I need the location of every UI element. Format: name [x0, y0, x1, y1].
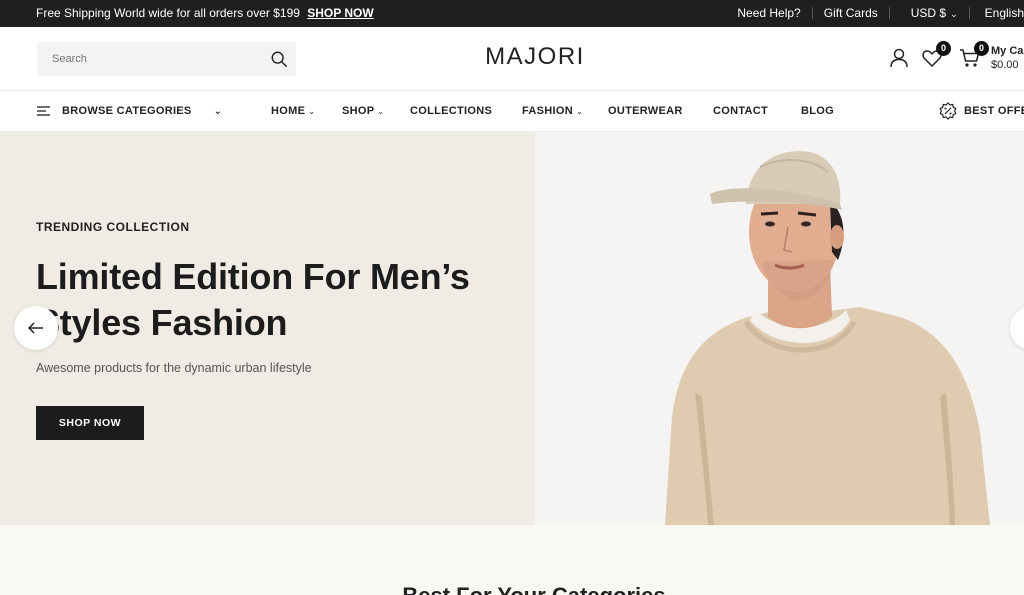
hero-slider: TRENDING COLLECTION Limited Edition For …	[0, 132, 1024, 525]
nav-label: SHOP	[342, 105, 375, 117]
best-offer-label: BEST OFFER	[964, 105, 1024, 117]
nav-item-fashion[interactable]: FASHION ⌄	[522, 105, 583, 117]
promo-text: Free Shipping World wide for all orders …	[36, 6, 300, 20]
hero-shop-now-button[interactable]: SHOP NOW	[36, 406, 144, 440]
nav-item-blog[interactable]: BLOG	[801, 105, 834, 117]
need-help-link[interactable]: Need Help?	[737, 6, 800, 20]
hero-title: Limited Edition For Men’s Styles Fashion	[36, 256, 470, 343]
nav-label: COLLECTIONS	[410, 105, 493, 117]
chevron-down-icon: ⌄	[576, 107, 584, 116]
cart-button[interactable]: 0	[959, 41, 989, 69]
best-offer-link[interactable]: BEST OFFER	[939, 102, 1024, 120]
cart-summary[interactable]: My Cart $0.00	[991, 44, 1024, 72]
nav-item-collections[interactable]: COLLECTIONS	[410, 105, 492, 117]
hero-subtitle: Awesome products for the dynamic urban l…	[36, 361, 312, 375]
divider	[888, 7, 890, 19]
currency-selector[interactable]: USD $ ⌄	[911, 6, 958, 20]
slider-prev-button[interactable]	[14, 306, 58, 350]
account-icon[interactable]	[888, 47, 910, 69]
discount-badge-icon	[939, 102, 957, 120]
wishlist-button[interactable]: 0	[921, 41, 951, 69]
chevron-down-icon: ⌄	[308, 107, 316, 116]
cart-label: My Cart	[991, 45, 1024, 57]
language-selector[interactable]: English	[985, 6, 1024, 20]
site-header: MAJORI 0 0 My Cart $0.00	[0, 27, 1024, 91]
nav-item-home[interactable]: HOME ⌄	[271, 105, 315, 117]
arrow-left-icon	[28, 322, 43, 334]
wishlist-count-badge: 0	[936, 41, 951, 56]
gift-cards-link[interactable]: Gift Cards	[824, 6, 878, 20]
nav-label: OUTERWEAR	[608, 105, 683, 117]
nav-label: CONTACT	[713, 105, 769, 117]
browse-categories-button[interactable]: BROWSE CATEGORIES ⌄	[37, 105, 222, 117]
nav-label: BLOG	[801, 105, 834, 117]
nav-item-shop[interactable]: SHOP ⌄	[342, 105, 384, 117]
announcement-bar: Free Shipping World wide for all orders …	[0, 0, 1024, 27]
promo-shop-now-link[interactable]: SHOP NOW	[307, 6, 373, 20]
cart-count-badge: 0	[974, 41, 989, 56]
chevron-down-icon: ⌄	[377, 107, 385, 116]
chevron-down-icon: ⌄	[213, 105, 223, 117]
cart-total: $0.00	[991, 59, 1019, 71]
hero-eyebrow: TRENDING COLLECTION	[36, 220, 190, 234]
promo-message: Free Shipping World wide for all orders …	[36, 6, 374, 20]
topbar-links: Need Help? Gift Cards USD $ ⌄ English	[737, 6, 1024, 20]
main-navigation: BROWSE CATEGORIES ⌄ HOME ⌄ SHOP ⌄ COLLECTI…	[0, 91, 1024, 132]
nav-label: HOME	[271, 105, 306, 117]
hero-model-image	[665, 151, 990, 525]
currency-label: USD $	[910, 6, 947, 20]
divider	[811, 7, 813, 19]
chevron-down-icon: ⌄	[950, 9, 958, 19]
browse-categories-label: BROWSE CATEGORIES	[62, 105, 192, 117]
nav-item-contact[interactable]: CONTACT	[713, 105, 768, 117]
menu-icon	[37, 106, 50, 116]
site-logo[interactable]: MAJORI	[0, 43, 1024, 71]
nav-label: FASHION	[522, 105, 573, 117]
language-label: English	[984, 6, 1024, 20]
nav-item-outerwear[interactable]: OUTERWEAR	[608, 105, 683, 117]
divider	[968, 7, 970, 19]
categories-section: Best For Your Categories	[0, 525, 1024, 595]
section-title: Best For Your Categories	[0, 583, 1024, 595]
